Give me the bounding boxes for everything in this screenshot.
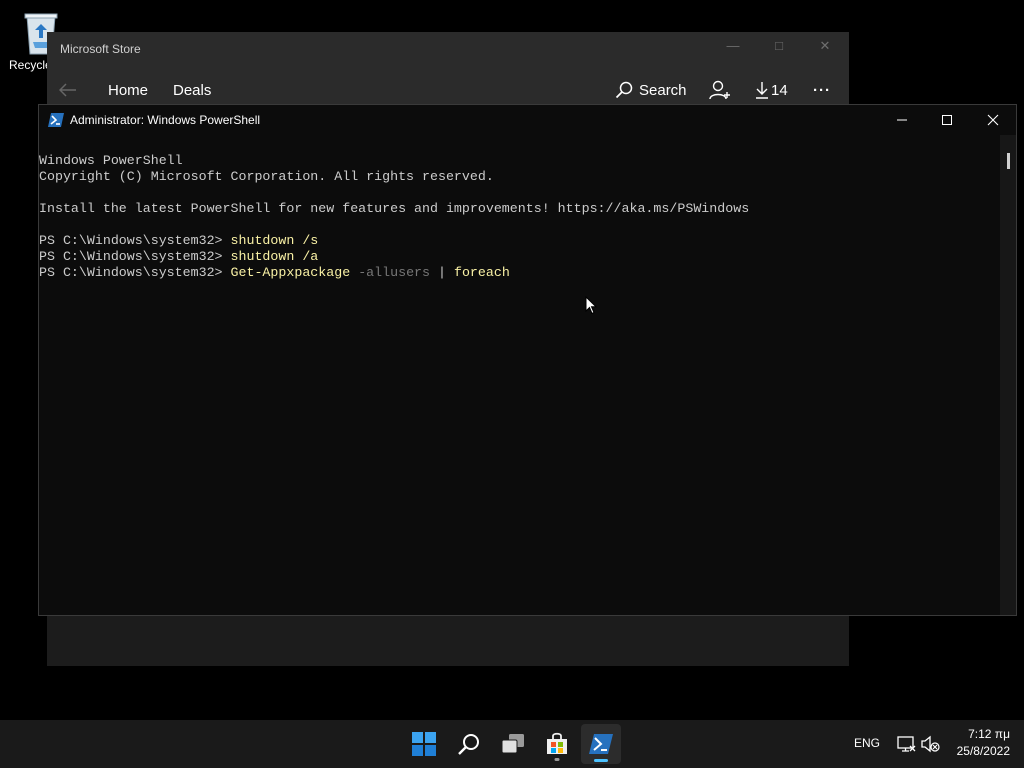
console-command: shutdown /s (230, 233, 319, 248)
store-back-button[interactable] (59, 78, 77, 102)
mouse-pointer-icon (585, 295, 598, 320)
running-indicator (554, 758, 560, 761)
store-account-button[interactable] (709, 78, 731, 102)
console-prompt: PS C:\Windows\system32> (39, 233, 231, 248)
console-scrollbar[interactable] (1000, 135, 1016, 615)
console-scrollbar-thumb[interactable] (1007, 153, 1010, 169)
console-parameter: -allusers (350, 265, 431, 280)
volume-muted-icon[interactable] (920, 734, 940, 754)
store-close-button[interactable]: ✕ (811, 38, 839, 60)
account-icon (709, 80, 730, 100)
taskbar-powershell-button[interactable] (581, 724, 621, 764)
taskbar-search-button[interactable] (449, 724, 489, 764)
console-line: Copyright (C) Microsoft Corporation. All… (39, 169, 494, 184)
powershell-icon (48, 113, 64, 127)
store-maximize-button[interactable]: □ (765, 38, 793, 60)
search-icon (615, 81, 633, 99)
console-pipe: | (430, 265, 454, 280)
system-clock[interactable]: 7:12 πμ 25/8/2022 (957, 726, 1010, 760)
store-title: Microsoft Store (60, 42, 141, 56)
back-arrow-icon (59, 83, 76, 97)
store-nav-home[interactable]: Home (108, 78, 148, 102)
console-command-line: PS C:\Windows\system32> shutdown /s (39, 233, 1000, 249)
console-line: Windows PowerShell (39, 153, 183, 168)
console-prompt: PS C:\Windows\system32> (39, 265, 231, 280)
console-command: foreach (453, 265, 510, 280)
powershell-window[interactable]: Administrator: Windows PowerShell Window… (38, 104, 1017, 616)
maximize-icon (942, 115, 952, 125)
powershell-icon (589, 734, 613, 754)
taskbar: ENG 7:12 πμ 25/8/2022 (0, 720, 1024, 768)
store-bottom-area (47, 616, 849, 666)
store-search-button[interactable]: Search (615, 78, 687, 102)
console-command: Get-Appxpackage (230, 265, 351, 280)
powershell-close-button[interactable] (970, 105, 1016, 135)
console-prompt: PS C:\Windows\system32> (39, 249, 231, 264)
console-command-line: PS C:\Windows\system32> shutdown /a (39, 249, 1000, 265)
console-command: shutdown /a (230, 249, 319, 264)
start-button[interactable] (404, 724, 444, 764)
network-icon[interactable] (896, 734, 916, 754)
windows-logo-icon (412, 732, 436, 756)
search-icon (458, 734, 479, 755)
minimize-icon (897, 119, 907, 121)
store-downloads-count: 14 (771, 81, 788, 99)
powershell-minimize-button[interactable] (879, 105, 925, 135)
taskbar-store-button[interactable] (537, 724, 577, 764)
store-minimize-button[interactable]: — (719, 38, 747, 60)
store-search-label: Search (639, 81, 687, 99)
powershell-title: Administrator: Windows PowerShell (70, 113, 261, 127)
powershell-maximize-button[interactable] (924, 105, 970, 135)
active-indicator (594, 759, 608, 762)
store-downloads-button[interactable]: 14 (755, 78, 788, 102)
language-indicator[interactable]: ENG (854, 736, 880, 750)
close-icon (987, 114, 999, 126)
store-nav-deals[interactable]: Deals (173, 78, 211, 102)
microsoft-store-icon (547, 732, 567, 754)
clock-date: 25/8/2022 (956, 744, 1010, 758)
console-line: Install the latest PowerShell for new fe… (39, 201, 750, 216)
powershell-console-output[interactable]: Windows PowerShell Copyright (C) Microsof… (39, 135, 1000, 615)
store-more-button[interactable]: ··· (813, 78, 831, 102)
console-command-line: PS C:\Windows\system32> Get-Appxpackage … (39, 265, 1000, 281)
task-view-button[interactable] (493, 724, 533, 764)
task-view-icon (501, 734, 524, 754)
powershell-titlebar[interactable]: Administrator: Windows PowerShell (39, 105, 1016, 135)
clock-time: 7:12 πμ (968, 727, 1010, 741)
download-icon (756, 82, 768, 99)
